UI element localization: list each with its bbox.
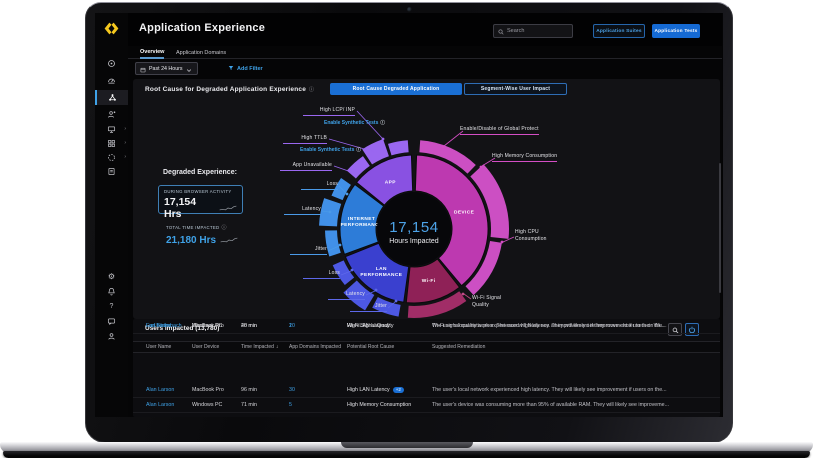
callout-app-unavailable: App Unavailable xyxy=(280,162,332,171)
page-title: Application Experience xyxy=(139,22,265,34)
col-app-domains[interactable]: App Domains Impacted xyxy=(289,344,347,350)
sidebar-item-application-experience[interactable] xyxy=(95,90,128,105)
col-user-device[interactable]: User Device xyxy=(192,344,241,350)
sidebar-item-explore[interactable] xyxy=(95,56,128,71)
callout-wifi-quality: Wi-Fi Signal Quality xyxy=(472,295,516,309)
callout-high-ttlb: High TTLB xyxy=(283,135,327,144)
callout-lan-latency: Latency xyxy=(328,291,365,300)
col-time-impacted[interactable]: Time Impacted↓ xyxy=(241,344,289,350)
add-filter-button[interactable]: Add Filter xyxy=(228,62,263,75)
calendar-icon xyxy=(140,60,146,78)
chevron-right-icon: › xyxy=(124,141,126,146)
help-icon: ? xyxy=(110,303,114,310)
laptop-bezel: › › › ⚙ xyxy=(85,2,733,443)
network-icon xyxy=(108,93,117,102)
scrollbar[interactable] xyxy=(719,163,721,293)
time-range-value: Past 24 Hours xyxy=(149,66,183,72)
sidebar-item-apps[interactable]: › xyxy=(95,136,128,151)
center-label: Hours Impacted xyxy=(389,238,439,245)
enable-synthetic-tests-link[interactable]: Enable Synthetic Testsⓘ xyxy=(300,147,361,153)
sidebar-item-account[interactable] xyxy=(95,329,128,344)
chevron-right-icon: › xyxy=(124,155,126,160)
users-impacted-section: Users Impacted (13,780) User Name User D… xyxy=(133,319,720,417)
search-icon xyxy=(498,22,504,40)
callout-lan-loss: Loss xyxy=(303,270,340,279)
sidebar-item-reports[interactable] xyxy=(95,164,128,179)
sunburst-chart[interactable]: DEVICEWi-FiLANPERFORMANCEINTERNETPERFORM… xyxy=(133,79,720,319)
top-bar: Application Experience Search Applicatio… xyxy=(128,13,722,46)
sidebar: › › › ⚙ xyxy=(95,13,128,417)
tab-bar: Overview Application Domains xyxy=(128,46,722,59)
callout-lan-jitter: Jitter xyxy=(350,303,387,312)
filter-bar: Past 24 Hours Add Filter xyxy=(128,59,722,79)
app-window: › › › ⚙ xyxy=(95,13,723,417)
table-row[interactable]: Alan Larson Windows PC 71 min 5 High Mem… xyxy=(133,398,720,413)
search-input[interactable]: Search xyxy=(493,24,573,38)
table-row[interactable]: Alan Larson MacBook Pro 96 min 30 High L… xyxy=(133,383,720,398)
search-placeholder: Search xyxy=(507,28,524,34)
table-row[interactable]: Earl Hirthe Windows PC 28 min 10 Wi-Fi S… xyxy=(133,319,720,334)
chevron-down-icon xyxy=(186,60,192,78)
sidebar-item-help[interactable]: ? xyxy=(95,299,128,314)
chat-icon xyxy=(107,317,116,326)
user-name-link[interactable]: Alan Larson xyxy=(146,387,192,393)
center-value: 17,154 xyxy=(389,219,438,236)
sidebar-item-user-alerts[interactable] xyxy=(95,107,128,122)
col-user-name[interactable]: User Name xyxy=(146,344,192,350)
sidebar-item-settings-hub[interactable]: › xyxy=(95,150,128,165)
gear-icon: ⚙ xyxy=(108,273,115,281)
callout-internet-latency: Latency xyxy=(284,206,321,215)
sidebar-item-feedback[interactable] xyxy=(95,314,128,329)
sidebar-item-settings[interactable]: ⚙ xyxy=(95,269,128,284)
info-icon: ⓘ xyxy=(356,147,361,153)
tab-application-domains[interactable]: Application Domains xyxy=(176,46,226,59)
tab-overview[interactable]: Overview xyxy=(140,46,164,59)
user-name-link[interactable]: Earl Hirthe xyxy=(146,323,192,329)
callout-high-cpu: High CPU Consumption xyxy=(515,229,567,243)
user-name-link[interactable]: Alan Larson xyxy=(146,402,192,408)
document-icon xyxy=(107,167,116,176)
svg-text:DEVICE: DEVICE xyxy=(454,210,475,216)
chevron-right-icon: › xyxy=(124,127,126,132)
sort-desc-icon: ↓ xyxy=(276,344,279,350)
grid-icon xyxy=(107,139,116,148)
col-remediation[interactable]: Suggested Remediation xyxy=(432,344,720,350)
info-icon: ⓘ xyxy=(380,120,385,126)
sidebar-item-notifications[interactable] xyxy=(95,284,128,299)
callout-global-protect: Enable/Disable of Global Protect xyxy=(460,126,539,135)
monitor-icon xyxy=(107,125,116,134)
dashed-circle-icon xyxy=(107,153,116,162)
laptop-base-shadow xyxy=(3,451,810,458)
callout-high-memory: High Memory Consumption xyxy=(492,153,557,162)
brand-logo-icon[interactable] xyxy=(103,20,120,37)
table-header-row: User Name User Device Time Impacted↓ App… xyxy=(133,341,720,353)
gauge-icon xyxy=(107,76,116,85)
sidebar-item-performance[interactable] xyxy=(95,73,128,88)
root-cause-panel: Root Cause for Degraded Application Expe… xyxy=(133,79,720,319)
callout-high-lcp: High LCP/ INP xyxy=(303,107,355,116)
sidebar-item-devices[interactable]: › xyxy=(95,122,128,137)
main-content: Application Experience Search Applicatio… xyxy=(128,13,722,417)
col-root-cause[interactable]: Potential Root Cause xyxy=(347,344,432,350)
app-domains-link[interactable]: 10 xyxy=(289,323,347,329)
time-range-dropdown[interactable]: Past 24 Hours xyxy=(135,62,198,75)
application-suites-button[interactable]: Application Suites xyxy=(593,24,645,38)
laptop-hinge-notch xyxy=(341,442,473,448)
more-causes-badge[interactable]: +2 xyxy=(393,387,404,393)
user-alert-icon xyxy=(107,110,116,119)
callout-internet-jitter: Jitter xyxy=(290,246,327,255)
radar-icon xyxy=(107,59,116,68)
laptop-mockup: › › › ⚙ xyxy=(0,0,813,458)
app-domains-link[interactable]: 5 xyxy=(289,402,347,408)
svg-text:Wi-Fi: Wi-Fi xyxy=(422,278,436,284)
user-icon xyxy=(107,332,116,341)
svg-text:APP: APP xyxy=(385,180,396,186)
funnel-icon xyxy=(228,65,234,73)
bell-icon xyxy=(107,287,116,296)
enable-synthetic-tests-link[interactable]: Enable Synthetic Testsⓘ xyxy=(324,120,385,126)
app-domains-link[interactable]: 30 xyxy=(289,387,347,393)
webcam xyxy=(407,7,412,12)
callout-internet-loss: Loss xyxy=(301,181,338,190)
application-tests-button[interactable]: Application Tests xyxy=(652,24,700,38)
